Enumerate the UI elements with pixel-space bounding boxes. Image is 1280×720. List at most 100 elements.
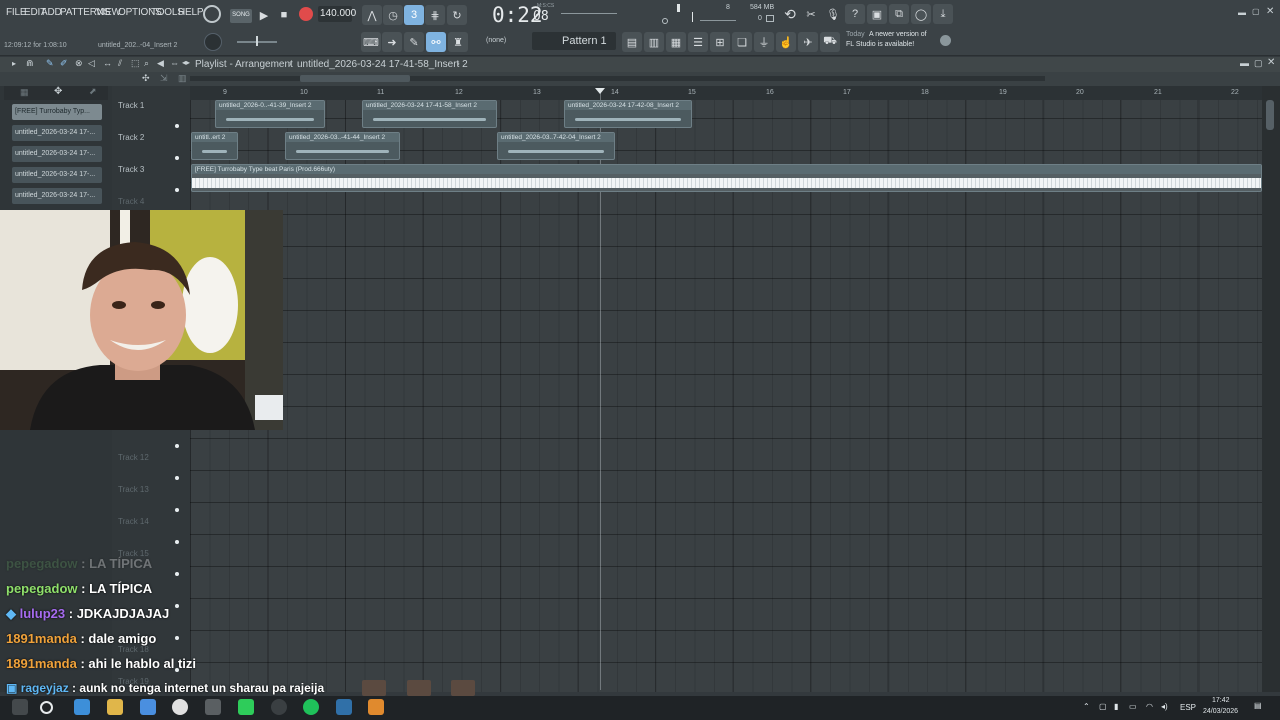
- track-mute-led[interactable]: [175, 476, 179, 480]
- track-name[interactable]: Track 1: [118, 101, 144, 110]
- audio-clip[interactable]: untitled_2026-03..-41-44_Insert 2: [285, 132, 400, 160]
- mixer-icon[interactable]: ☰: [688, 32, 708, 52]
- track-name[interactable]: Track 13: [118, 485, 149, 494]
- maximize-icon[interactable]: ▢: [1252, 7, 1260, 16]
- help-icon[interactable]: ?: [845, 4, 865, 24]
- chrome-icon[interactable]: [172, 699, 188, 715]
- track-name[interactable]: Track 14: [118, 517, 149, 526]
- notifications-icon[interactable]: ▤: [1254, 701, 1262, 710]
- stamp-icon[interactable]: ♜: [448, 32, 468, 52]
- discord-icon[interactable]: [205, 699, 221, 715]
- pl-minimize-icon[interactable]: ▬: [1240, 58, 1249, 68]
- picker-move-icon[interactable]: ✥: [54, 86, 62, 97]
- tempo-tapper-icon[interactable]: ✈: [798, 32, 818, 52]
- audio-clip[interactable]: [FREE] Turrobaby Type beat Paris (Prod.6…: [191, 164, 1262, 192]
- track-name[interactable]: Track 3: [118, 165, 144, 174]
- timeline-ruler[interactable]: 9 10 11 12 13 14 15 16 17 18 19 20 21 22: [190, 86, 1262, 100]
- track-mute-led[interactable]: [175, 188, 179, 192]
- tray-app-icon[interactable]: ▢: [1099, 702, 1107, 711]
- pattern-selector[interactable]: Pattern 1: [532, 32, 616, 50]
- network-icon[interactable]: ▭: [1129, 702, 1137, 711]
- news-line-1[interactable]: A newer version of: [869, 31, 927, 38]
- steam-icon[interactable]: [336, 699, 352, 715]
- track-mute-led[interactable]: [175, 572, 179, 576]
- audio-clip[interactable]: untitled_2026-03-24 17-41-58_Insert 2: [362, 100, 497, 128]
- breadcrumb[interactable]: untitled_2026-03-24 17-41-58_Insert 2: [297, 59, 468, 70]
- track-mute-led[interactable]: [175, 444, 179, 448]
- picker-item[interactable]: untitled_2026-03-24 17-...: [12, 167, 102, 183]
- nav-arrows-icon[interactable]: ⇔: [170, 58, 179, 68]
- cut-icon[interactable]: ✂: [801, 4, 821, 24]
- audio-clip[interactable]: untitled_2026-03..7-42-04_Insert 2: [497, 132, 615, 160]
- countdown-icon[interactable]: 3: [404, 5, 424, 25]
- select-tool-icon[interactable]: ⬚: [131, 58, 140, 69]
- master-pitch-knob[interactable]: [203, 5, 221, 23]
- song-mode-button[interactable]: SONG: [230, 9, 252, 23]
- keyboard-icon[interactable]: ⌨: [361, 32, 381, 52]
- snap-select[interactable]: (none): [486, 37, 506, 44]
- audio-clip[interactable]: untitled_2026-0..-41-39_Insert 2: [215, 100, 325, 128]
- kick-icon[interactable]: [238, 699, 254, 715]
- arrow-right-icon[interactable]: ➜: [382, 32, 402, 52]
- grid-icon[interactable]: ▥: [178, 73, 187, 84]
- track-mute-led[interactable]: [175, 156, 179, 160]
- shop-icon[interactable]: ⛟: [820, 32, 840, 52]
- store-icon[interactable]: [140, 699, 156, 715]
- master-volume-knob[interactable]: [204, 33, 222, 51]
- overview-handle[interactable]: [300, 75, 410, 82]
- download-icon[interactable]: ⤓: [933, 4, 953, 24]
- snap-icon[interactable]: ⇲: [160, 73, 168, 84]
- loop-record-icon[interactable]: ↻: [447, 5, 467, 25]
- browser-icon[interactable]: ⊞: [710, 32, 730, 52]
- audio-clip[interactable]: untitl..ert 2: [191, 132, 238, 160]
- tray-mic-icon[interactable]: ▮: [1114, 702, 1118, 711]
- menu-add[interactable]: ADD: [41, 7, 62, 18]
- track-name[interactable]: Track 18: [118, 645, 149, 654]
- playback-tool-icon[interactable]: ◀: [157, 58, 164, 69]
- zoom-tool-icon[interactable]: ⌕: [144, 58, 149, 69]
- wifi-icon[interactable]: ◠: [1146, 702, 1153, 711]
- menu-help[interactable]: HELP: [178, 7, 204, 18]
- plug-icon[interactable]: ⏚: [754, 32, 774, 52]
- undo-icon[interactable]: ⟲: [780, 4, 800, 24]
- picker-item[interactable]: untitled_2026-03-24 17-...: [12, 125, 102, 141]
- zoom-arrows-icon[interactable]: ✣: [142, 73, 150, 84]
- clock-time[interactable]: 17:42: [1212, 697, 1230, 704]
- stop-icon[interactable]: ■: [274, 5, 294, 25]
- project-icon[interactable]: ❏: [732, 32, 752, 52]
- slice-tool-icon[interactable]: ⫽: [118, 58, 122, 69]
- track-name[interactable]: Track 4: [118, 197, 144, 206]
- picker-brush-icon[interactable]: ⬈: [89, 86, 97, 97]
- paint-tool-icon[interactable]: ✐: [60, 58, 68, 69]
- track-name[interactable]: Track 2: [118, 133, 144, 142]
- picker-grid-icon[interactable]: ▦: [20, 87, 29, 98]
- obs-icon[interactable]: [271, 699, 287, 715]
- picker-item[interactable]: [FREE] Turrobaby Typ...: [12, 104, 102, 120]
- news-icon[interactable]: [940, 35, 951, 46]
- delete-tool-icon[interactable]: ⊗: [75, 58, 83, 69]
- track-mute-led[interactable]: [175, 124, 179, 128]
- play-icon[interactable]: ▶: [254, 5, 274, 25]
- search-icon[interactable]: [40, 701, 53, 714]
- pencil-icon[interactable]: ✎: [404, 32, 424, 52]
- track-mute-led[interactable]: [175, 604, 179, 608]
- scrollbar-thumb[interactable]: [1266, 100, 1274, 130]
- draw-tool-icon[interactable]: ✎: [46, 58, 54, 69]
- piano-roll-icon[interactable]: ▥: [644, 32, 664, 52]
- news-line-2[interactable]: FL Studio is available!: [846, 41, 914, 48]
- file-explorer-icon[interactable]: [107, 699, 123, 715]
- chat-icon[interactable]: ◯: [911, 4, 931, 24]
- metronome-icon[interactable]: ⋀: [362, 5, 382, 25]
- wait-icon[interactable]: ◷: [383, 5, 403, 25]
- clock-date[interactable]: 24/03/2026: [1203, 708, 1238, 715]
- microphone-icon[interactable]: 🎙: [823, 4, 843, 24]
- audio-clip[interactable]: untitled_2026-03-24 17-42-08_Insert 2: [564, 100, 692, 128]
- mute-tool-icon[interactable]: ◁: [88, 58, 95, 69]
- touch-icon[interactable]: ☝: [776, 32, 796, 52]
- picker-item[interactable]: untitled_2026-03-24 17-...: [12, 188, 102, 204]
- step-edit-icon[interactable]: ⋕: [425, 5, 445, 25]
- tray-chevron-icon[interactable]: ⌃: [1083, 702, 1090, 711]
- minimize-icon[interactable]: ▬: [1238, 8, 1246, 17]
- start-icon[interactable]: [12, 699, 28, 715]
- copilot-icon[interactable]: [74, 699, 90, 715]
